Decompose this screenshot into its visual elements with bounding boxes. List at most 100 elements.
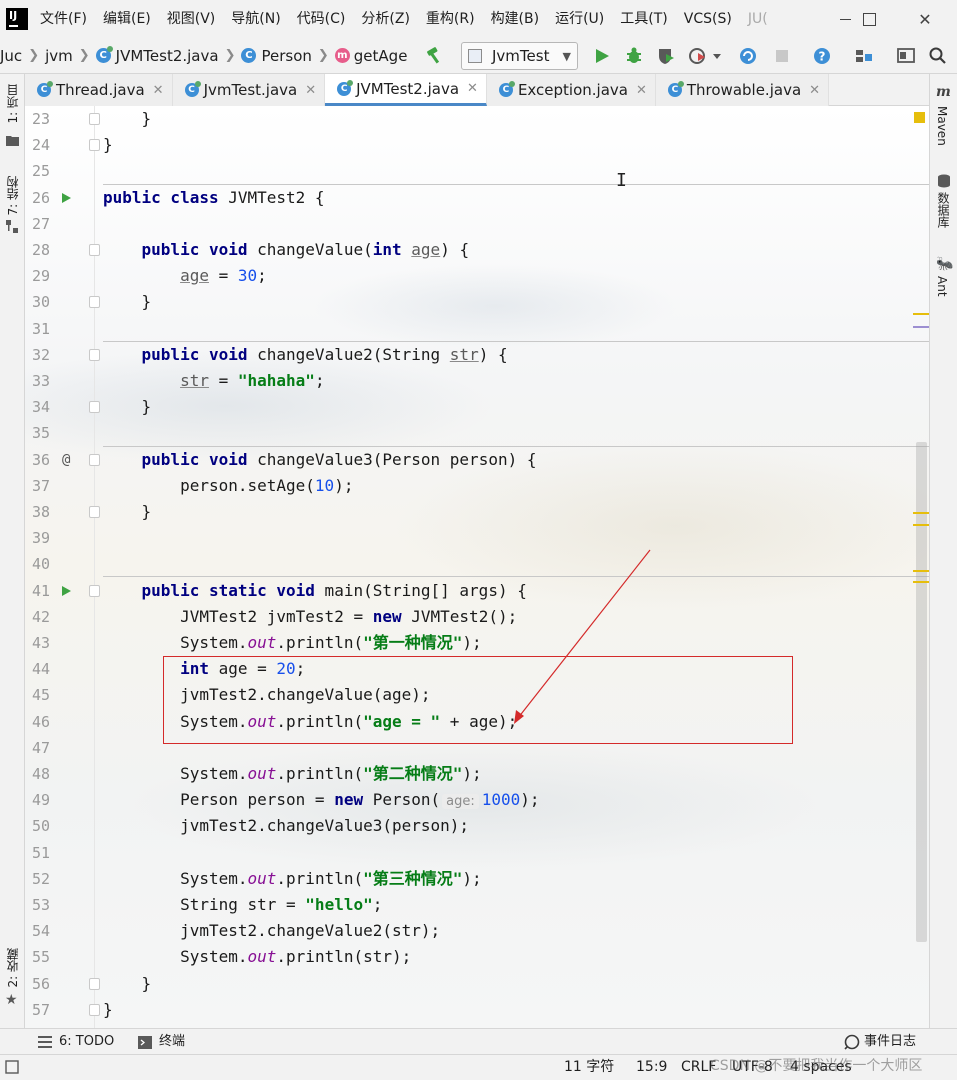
- code-line[interactable]: 50 jvmTest2.changeValue3(person);: [25, 813, 929, 839]
- tool-favorites[interactable]: 2: 收藏: [4, 948, 21, 988]
- code-line[interactable]: 26 public class JVMTest2 {: [25, 185, 929, 211]
- tool-ant[interactable]: Ant: [935, 276, 949, 297]
- code-editor[interactable]: 23 } 24} 25 26 public class JVMTest2 {27 28 p…: [25, 106, 929, 1028]
- fold-icon[interactable]: [89, 453, 100, 466]
- caret-position[interactable]: 15:9: [636, 1055, 667, 1079]
- fold-icon[interactable]: [89, 348, 100, 361]
- editor-tab[interactable]: C Thread.java ✕: [25, 74, 173, 106]
- code-line[interactable]: 49 Person person = new Person(age: 1000);: [25, 787, 929, 813]
- coverage-icon[interactable]: [656, 46, 676, 66]
- fold-icon[interactable]: [89, 977, 100, 990]
- run-gutter-icon[interactable]: [62, 585, 71, 596]
- maximize-icon[interactable]: [846, 0, 892, 38]
- code-line[interactable]: 55 System.out.println(str);: [25, 944, 929, 970]
- code-line[interactable]: 23 }: [25, 106, 929, 132]
- fold-icon[interactable]: [89, 584, 100, 597]
- code-line[interactable]: 27: [25, 211, 929, 237]
- close-icon[interactable]: ✕: [902, 0, 948, 38]
- warning-indicator-icon[interactable]: [914, 112, 925, 123]
- code-line[interactable]: 51: [25, 840, 929, 866]
- code-line[interactable]: 39: [25, 525, 929, 551]
- tool-structure[interactable]: 7: 结构: [4, 176, 21, 216]
- code-line[interactable]: 56 }: [25, 971, 929, 997]
- editor-tab[interactable]: C Exception.java ✕: [486, 74, 656, 106]
- editor-tab[interactable]: C JVMTest2.java ✕: [325, 74, 487, 106]
- editor-tab[interactable]: C JvmTest.java ✕: [172, 74, 326, 106]
- fold-icon[interactable]: [89, 401, 100, 414]
- profiler-icon[interactable]: [688, 46, 708, 66]
- code-line[interactable]: 54 jvmTest2.changeValue2(str);: [25, 918, 929, 944]
- terminal-tool-button[interactable]: 终端: [138, 1029, 185, 1055]
- fold-icon[interactable]: [89, 139, 100, 152]
- code-line[interactable]: 38 }: [25, 499, 929, 525]
- menu-item[interactable]: VCS(S): [676, 0, 740, 38]
- chevron-down-icon[interactable]: [710, 46, 724, 66]
- breadcrumb-package[interactable]: jvm: [45, 47, 73, 65]
- warning-stripe-mark[interactable]: [913, 570, 929, 572]
- code-line[interactable]: 28 public void changeValue(int age) {: [25, 237, 929, 263]
- update-running-icon[interactable]: [738, 46, 758, 66]
- warning-stripe-mark[interactable]: [913, 313, 929, 315]
- code-line[interactable]: 40: [25, 551, 929, 577]
- menu-item[interactable]: 重构(R): [418, 0, 483, 38]
- code-line[interactable]: 29 age = 30;: [25, 263, 929, 289]
- close-tab-icon[interactable]: ✕: [305, 83, 316, 98]
- debug-icon[interactable]: [624, 46, 644, 66]
- project-structure-icon[interactable]: [854, 46, 874, 66]
- code-line[interactable]: 37 person.setAge(10);: [25, 473, 929, 499]
- run-icon[interactable]: [592, 46, 612, 66]
- fold-icon[interactable]: [89, 244, 100, 256]
- menu-item[interactable]: 分析(Z): [353, 0, 418, 38]
- run-configuration-select[interactable]: JvmTest ▼: [461, 42, 578, 70]
- close-tab-icon[interactable]: ✕: [636, 83, 647, 98]
- code-line[interactable]: 53 String str = "hello";: [25, 892, 929, 918]
- tool-database[interactable]: 数据库: [935, 192, 952, 228]
- code-line[interactable]: 43 System.out.println("第一种情况");: [25, 630, 929, 656]
- hammer-build-icon[interactable]: [425, 46, 445, 66]
- menu-item[interactable]: 编辑(E): [95, 0, 159, 38]
- run-gutter-icon[interactable]: [62, 192, 71, 203]
- warning-stripe-mark[interactable]: [913, 512, 929, 514]
- close-tab-icon[interactable]: ✕: [809, 83, 820, 98]
- code-line[interactable]: 24}: [25, 132, 929, 158]
- presentation-icon[interactable]: [896, 46, 916, 66]
- usage-gutter-icon[interactable]: @: [62, 447, 70, 473]
- code-line[interactable]: 57}: [25, 997, 929, 1023]
- menu-item[interactable]: 运行(U): [547, 0, 612, 38]
- toggle-tool-windows-icon[interactable]: [5, 1060, 19, 1074]
- tool-project[interactable]: 1: 项目: [4, 84, 21, 124]
- code-line[interactable]: 41 public static void main(String[] args…: [25, 578, 929, 604]
- code-line[interactable]: 31: [25, 316, 929, 342]
- code-line[interactable]: 35: [25, 420, 929, 446]
- code-line[interactable]: 25: [25, 158, 929, 184]
- vertical-scrollbar[interactable]: [916, 442, 927, 942]
- code-line[interactable]: 52 System.out.println("第三种情况");: [25, 866, 929, 892]
- close-tab-icon[interactable]: ✕: [153, 83, 164, 98]
- menu-item[interactable]: 视图(V): [159, 0, 224, 38]
- menu-item[interactable]: JU(: [740, 0, 776, 38]
- breadcrumb-file[interactable]: C JVMTest2.java: [95, 46, 219, 65]
- fold-icon[interactable]: [89, 113, 100, 125]
- code-line[interactable]: 48 System.out.println("第二种情况");: [25, 761, 929, 787]
- stop-icon[interactable]: [772, 46, 792, 66]
- code-line[interactable]: 34 }: [25, 394, 929, 420]
- editor-tab[interactable]: C Throwable.java ✕: [655, 74, 830, 106]
- code-line[interactable]: 42 JVMTest2 jvmTest2 = new JVMTest2();: [25, 604, 929, 630]
- close-tab-icon[interactable]: ✕: [467, 81, 478, 96]
- tool-maven[interactable]: Maven: [935, 106, 949, 146]
- warning-stripe-mark[interactable]: [913, 581, 929, 583]
- fold-icon[interactable]: [89, 296, 100, 309]
- breadcrumb-method[interactable]: m getAge: [334, 47, 407, 65]
- breadcrumb-project[interactable]: Juc: [0, 47, 22, 65]
- menu-item[interactable]: 文件(F): [40, 0, 95, 38]
- event-log-tool-button[interactable]: 事件日志: [844, 1029, 916, 1055]
- search-icon[interactable]: [928, 46, 948, 66]
- usage-stripe-mark[interactable]: [913, 326, 929, 328]
- menu-item[interactable]: 工具(T): [612, 0, 675, 38]
- todo-tool-button[interactable]: 6: TODO: [38, 1029, 114, 1055]
- menu-item[interactable]: 代码(C): [289, 0, 354, 38]
- help-icon[interactable]: ?: [812, 46, 832, 66]
- menu-item[interactable]: 构建(B): [483, 0, 548, 38]
- warning-stripe-mark[interactable]: [913, 524, 929, 526]
- code-line[interactable]: 36 @ public void changeValue3(Person pers…: [25, 447, 929, 473]
